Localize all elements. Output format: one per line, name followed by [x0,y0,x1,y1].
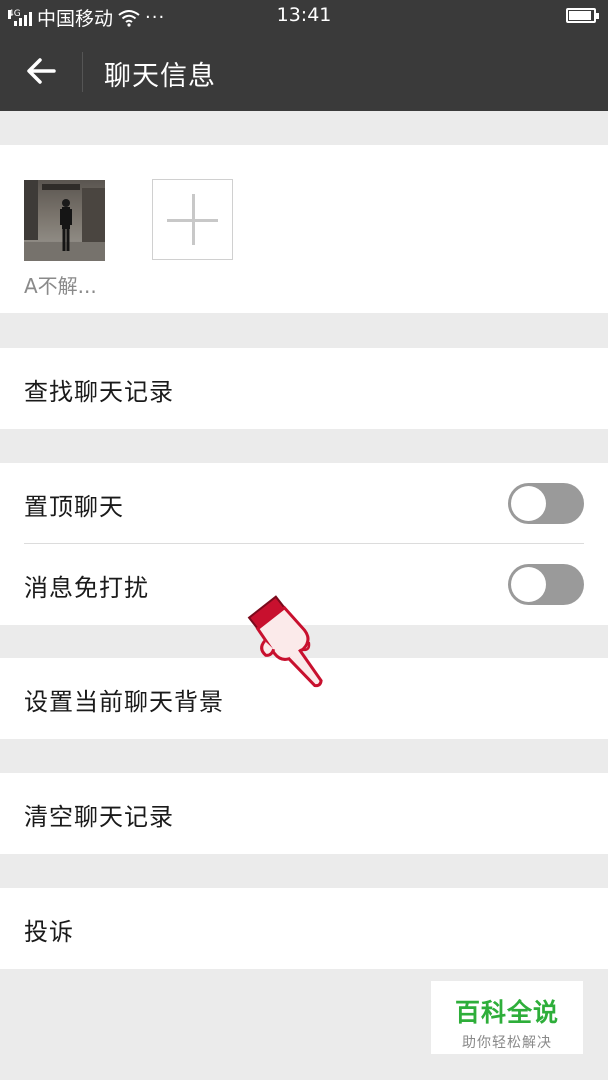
pin-chat-toggle[interactable] [508,483,584,524]
search-chat-history-row[interactable]: 查找聊天记录 [0,348,608,429]
row-label: 置顶聊天 [24,493,124,521]
add-member-button[interactable] [152,179,233,260]
row-label: 查找聊天记录 [24,378,174,406]
battery-level [569,11,591,20]
row-label: 清空聊天记录 [24,803,174,831]
avatar-detail [82,188,105,243]
pin-chat-row: 置顶聊天 [0,463,608,544]
report-row[interactable]: 投诉 [0,888,608,969]
avatar[interactable] [24,180,105,261]
row-label: 投诉 [24,918,74,946]
back-button[interactable] [14,46,68,96]
clear-chat-history-row[interactable]: 清空聊天记录 [0,773,608,854]
member-name: A不解... [24,274,97,298]
title-bar: 聊天信息 [0,32,608,111]
row-label: 消息免打扰 [24,574,149,602]
plus-icon [192,194,195,245]
member-item[interactable]: A不解... [24,180,106,299]
mute-toggle[interactable] [508,564,584,605]
watermark-brand: 百科全说 [454,998,559,1027]
status-time: 13:41 [276,4,332,26]
toggle-knob [511,486,546,521]
toggle-knob [511,567,546,602]
arrow-left-icon [27,58,56,84]
avatar-detail [42,184,80,190]
pointing-hand-icon [247,595,323,688]
members-section: A不解... [0,145,608,313]
page-title: 聊天信息 [104,61,216,92]
title-divider [82,52,83,92]
row-label: 设置当前聊天背景 [24,688,224,716]
battery-icon [566,8,599,23]
avatar-person [60,199,72,251]
watermark: 百科全说 助你轻松解决 [431,981,583,1054]
status-bar: 4G 中国移动 ··· 13:41 [0,0,608,32]
avatar-detail [24,180,38,240]
watermark-slogan: 助你轻松解决 [462,1035,552,1051]
